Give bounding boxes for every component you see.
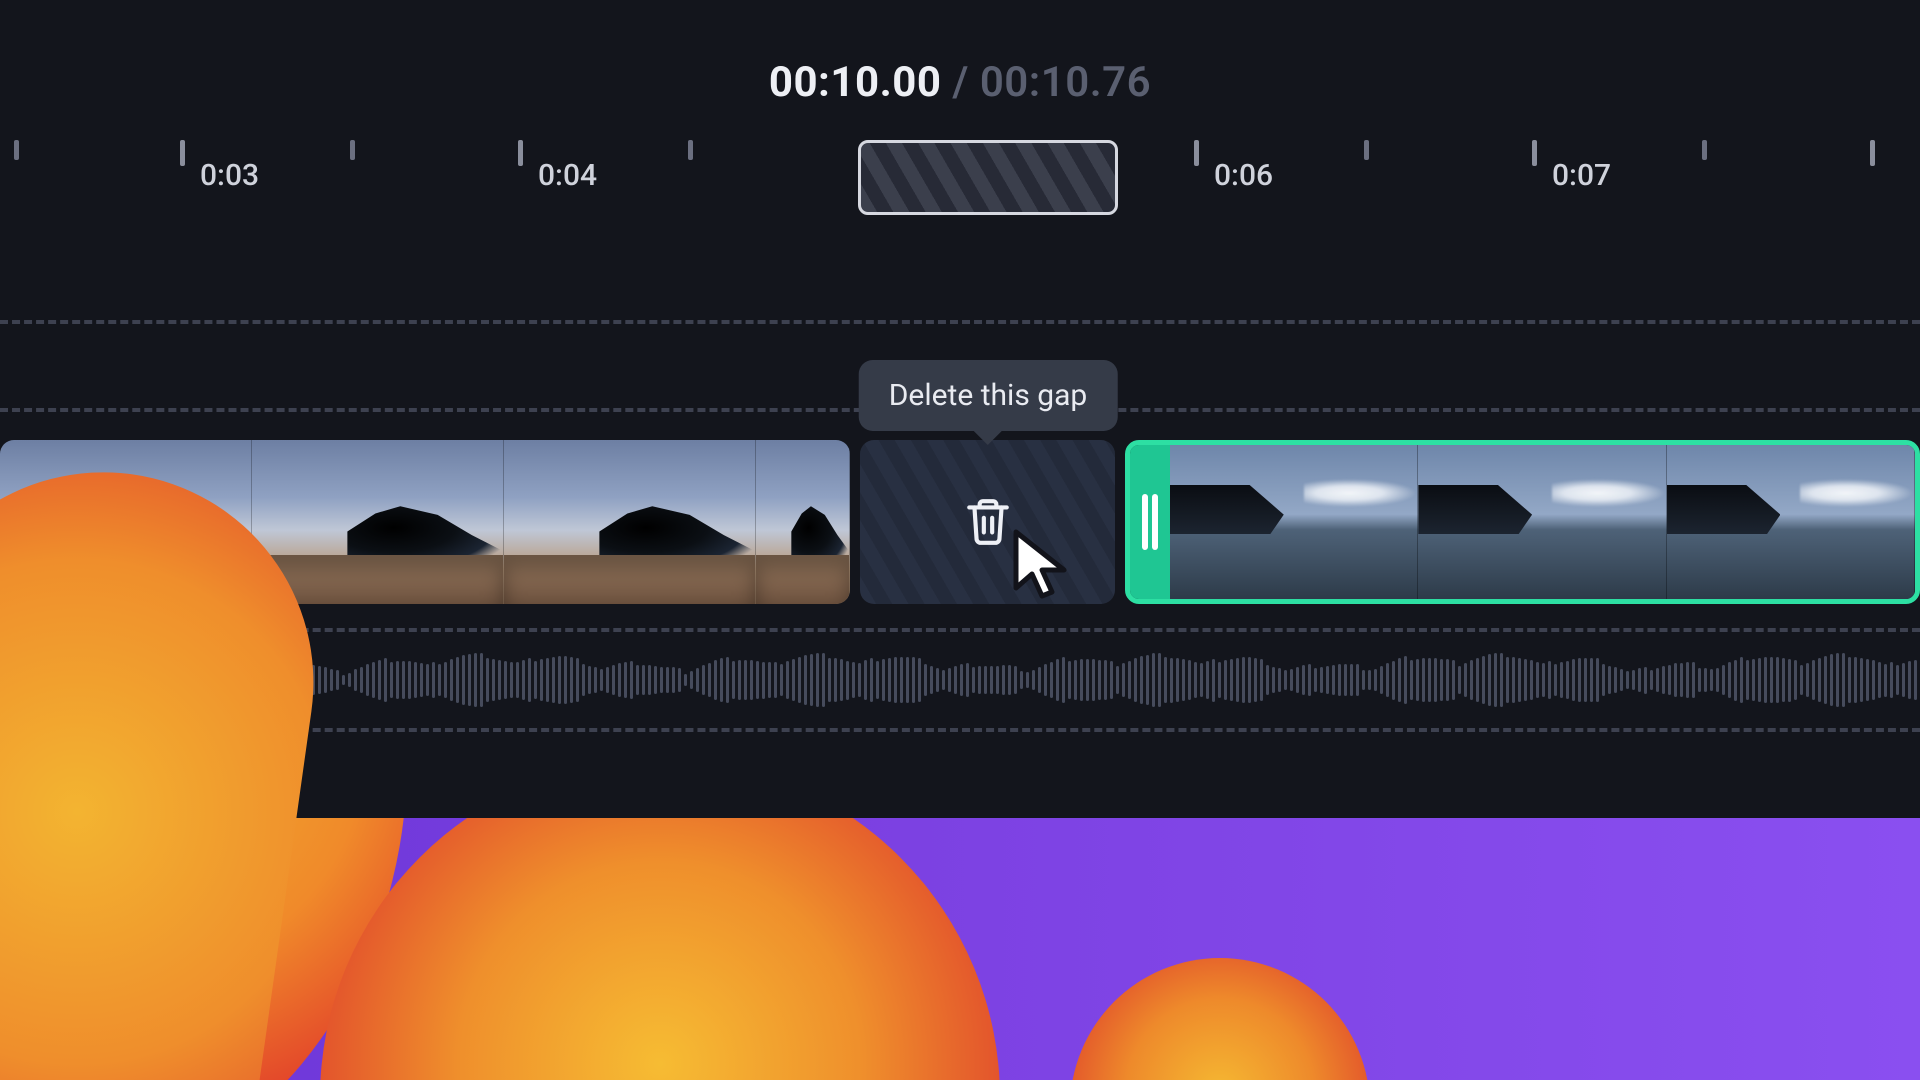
current-time: 00:10.00 — [769, 58, 942, 107]
clip-thumbnail — [0, 440, 252, 604]
clip-trim-handle[interactable] — [1130, 445, 1170, 599]
clip-thumbnail — [1170, 445, 1418, 599]
ruler-tick — [1702, 140, 1707, 160]
decorative-footer — [0, 818, 1920, 1080]
tooltip: Delete this gap — [859, 360, 1118, 431]
tooltip-text: Delete this gap — [889, 378, 1088, 413]
decorative-blob — [1070, 958, 1370, 1080]
ruler-label: 0:04 — [538, 158, 597, 193]
video-clip-selected[interactable] — [1125, 440, 1920, 604]
track-guide — [0, 628, 1920, 632]
track-guide — [0, 728, 1920, 732]
time-readout: 00:10.00 / 00:10.76 — [0, 58, 1920, 107]
clip-thumbnail — [756, 440, 850, 604]
timeline-gap[interactable] — [860, 440, 1115, 604]
clip-thumbnail — [1418, 445, 1666, 599]
timeline-panel: 00:10.00 / 00:10.76 0:03 0:04 0:05 0:06 — [0, 0, 1920, 1080]
ruler-tick — [1532, 140, 1537, 166]
total-time: 00:10.76 — [980, 58, 1151, 107]
clip-thumbnail — [252, 440, 504, 604]
ruler-tick — [1364, 140, 1369, 160]
grip-icon — [1142, 494, 1158, 550]
ruler-tick — [518, 140, 523, 166]
clip-thumbnail — [1667, 445, 1915, 599]
delete-gap-button[interactable] — [963, 494, 1013, 550]
ruler-selection[interactable] — [858, 140, 1118, 215]
ruler-label: 0:03 — [200, 158, 259, 193]
ruler-tick — [1870, 140, 1875, 166]
track-guide — [0, 320, 1920, 324]
ruler-tick — [1194, 140, 1199, 166]
ruler-tick — [14, 140, 19, 160]
ruler-label: 0:06 — [1214, 158, 1273, 193]
time-separator: / — [941, 58, 979, 107]
trash-icon — [963, 494, 1013, 550]
decorative-blob — [320, 818, 1000, 1080]
ruler-tick — [688, 140, 693, 160]
video-clip[interactable] — [0, 440, 850, 604]
ruler-label: 0:07 — [1552, 158, 1611, 193]
ruler-tick — [180, 140, 185, 166]
audio-waveform[interactable] — [0, 650, 1920, 710]
clip-thumbnail — [504, 440, 756, 604]
ruler-tick — [350, 140, 355, 160]
